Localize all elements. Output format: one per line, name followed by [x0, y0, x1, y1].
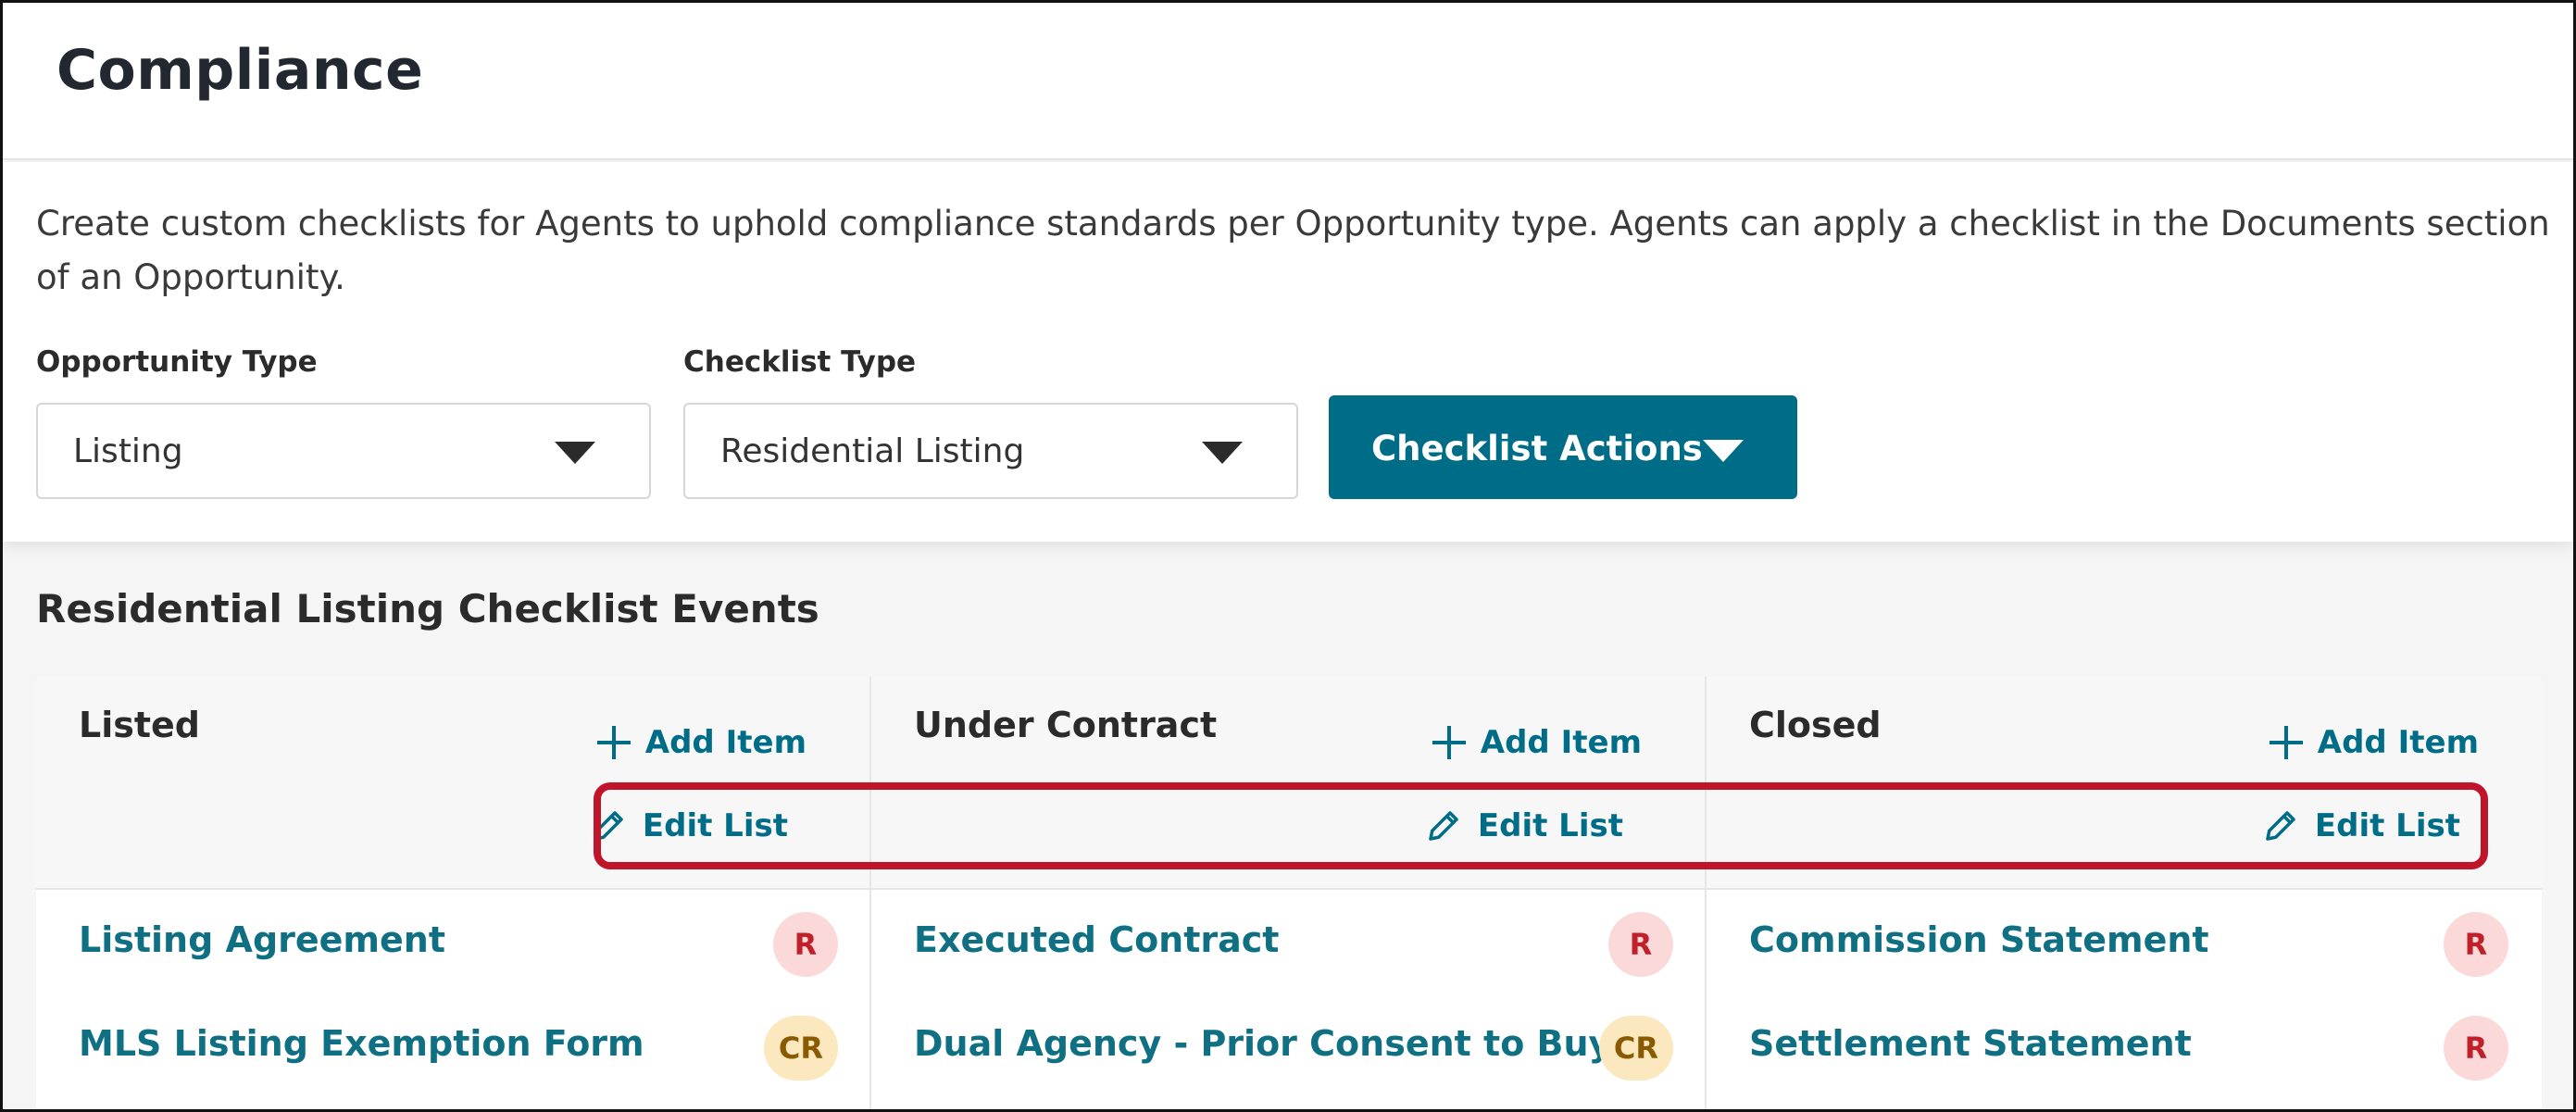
add-item-label: Add Item [644, 724, 807, 761]
event-column-header: Under Contract Add Item Edit List [871, 677, 1705, 890]
event-column-title: Under Contract [914, 705, 1218, 745]
page-description: Create custom checklists for Agents to u… [36, 204, 2550, 297]
checklist-item-name: MLS Listing Exemption Form [79, 1023, 644, 1064]
edit-list-label: Edit List [642, 807, 788, 844]
edit-list-label: Edit List [1477, 807, 1623, 844]
required-badge: R [2444, 1016, 2508, 1081]
checklist-type-value: Residential Listing [720, 432, 1025, 470]
event-column-listed: Listed Add Item Edit List Listing Agreem… [36, 677, 871, 1109]
checklist-events-title: Residential Listing Checklist Events [36, 586, 819, 631]
plus-icon [1432, 726, 1466, 759]
event-column-title: Closed [1749, 705, 1882, 745]
conditional-required-badge: CR [763, 1016, 838, 1081]
pencil-icon [1429, 811, 1458, 841]
event-column-header: Closed Add Item Edit List [1707, 677, 2542, 890]
checklist-item-name: Listing Agreement [79, 919, 446, 960]
add-item-button[interactable]: Add Item [596, 719, 807, 766]
checklist-item-name: Commission Statement [1749, 919, 2209, 960]
checklist-item-name: Dual Agency - Prior Consent to Buyer [914, 1023, 1653, 1064]
add-item-button[interactable]: Add Item [2269, 719, 2479, 766]
checklist-settings-panel: Create custom checklists for Agents to u… [3, 162, 2573, 542]
opportunity-type-select[interactable]: Listing [36, 403, 651, 499]
edit-list-label: Edit List [2314, 807, 2460, 844]
chevron-down-icon [555, 442, 595, 464]
pencil-icon [2266, 811, 2295, 841]
checklist-item[interactable]: Commission Statement R [1749, 912, 2508, 986]
checklist-actions-label: Checklist Actions [1371, 429, 1703, 469]
checklist-item[interactable]: Dual Agency - Prior Consent to Buyer CR [914, 1016, 1673, 1090]
pencil-icon [594, 811, 623, 841]
plus-icon [596, 726, 631, 759]
required-badge: R [2444, 912, 2508, 977]
checklist-item[interactable]: Settlement Statement R [1749, 1016, 2508, 1090]
checklist-item-name: Executed Contract [914, 919, 1280, 960]
edit-list-button[interactable]: Edit List [2261, 803, 2460, 849]
page-header: Compliance [3, 3, 2573, 160]
compliance-window: Compliance Create custom checklists for … [0, 0, 2576, 1112]
checklist-actions-button[interactable]: Checklist Actions [1329, 395, 1797, 499]
event-column-closed: Closed Add Item Edit List Commission Sta… [1707, 677, 2542, 1109]
checklist-item[interactable]: Listing Agreement R [79, 912, 838, 986]
opportunity-type-label: Opportunity Type [36, 345, 318, 379]
add-item-label: Add Item [1480, 724, 1642, 761]
add-item-button[interactable]: Add Item [1432, 719, 1642, 766]
chevron-down-icon [1202, 442, 1243, 464]
checklist-item-name: Settlement Statement [1749, 1023, 2192, 1064]
checklist-type-select[interactable]: Residential Listing [683, 403, 1298, 499]
chevron-down-icon [1703, 440, 1744, 462]
checklist-item[interactable]: Executed Contract R [914, 912, 1673, 986]
plus-icon [2269, 726, 2303, 759]
edit-list-button[interactable]: Edit List [1424, 803, 1623, 849]
required-badge: R [1608, 912, 1673, 977]
opportunity-type-value: Listing [73, 432, 183, 470]
checklist-type-label: Checklist Type [683, 345, 917, 379]
checklist-events-board: Listed Add Item Edit List Listing Agreem… [36, 677, 2542, 1109]
event-column-header: Listed Add Item Edit List [36, 677, 869, 890]
add-item-label: Add Item [2317, 724, 2479, 761]
edit-list-button[interactable]: Edit List [589, 803, 788, 849]
event-column-title: Listed [79, 705, 200, 745]
conditional-required-badge: CR [1598, 1016, 1673, 1081]
checklist-item[interactable]: MLS Listing Exemption Form CR [79, 1016, 838, 1090]
event-column-under-contract: Under Contract Add Item Edit List Execut… [871, 677, 1707, 1109]
page-title: Compliance [56, 38, 424, 103]
required-badge: R [773, 912, 838, 977]
